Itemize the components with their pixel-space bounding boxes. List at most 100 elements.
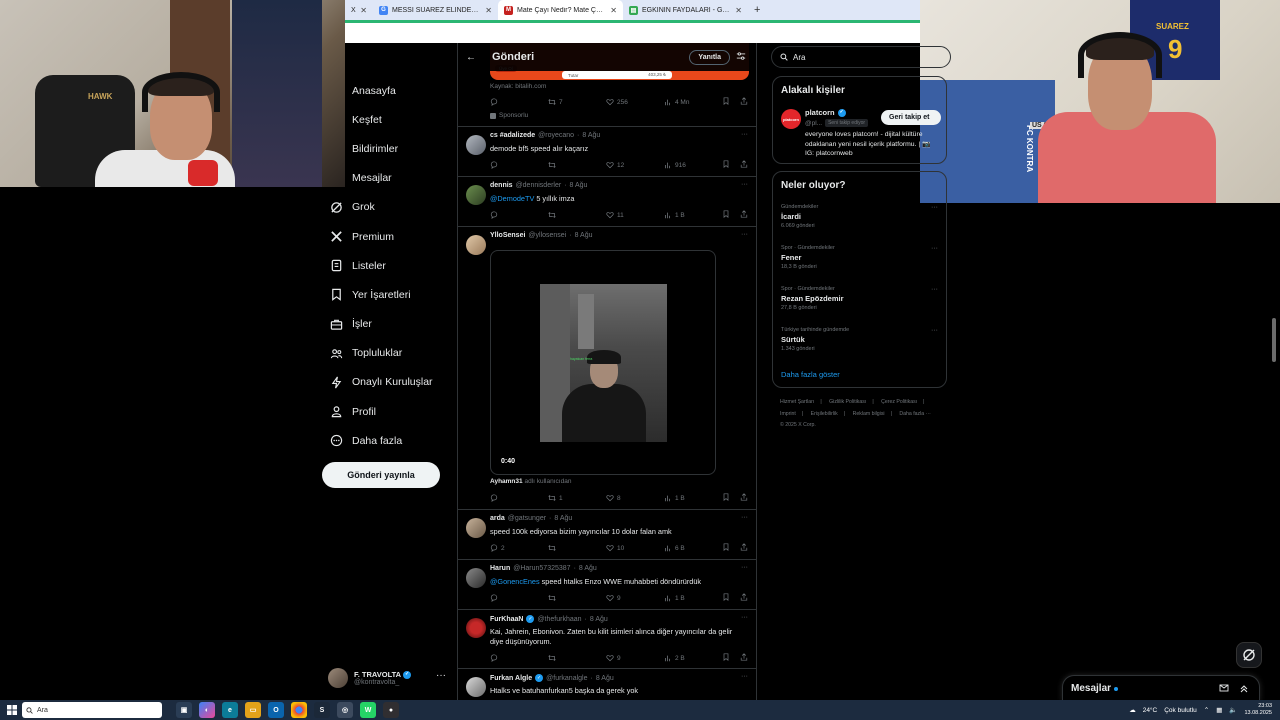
share-icon[interactable] (740, 593, 748, 603)
browser-tab[interactable]: ▤ EĞKİNİN FAYDALARI - Google A ✕ (623, 0, 748, 20)
sliders-icon[interactable] (736, 48, 748, 66)
chrome-icon[interactable] (291, 702, 307, 718)
author-handle[interactable]: @royecano (538, 132, 574, 139)
mention-link[interactable]: @DemodeTV (490, 194, 534, 203)
repost-action[interactable] (548, 161, 606, 169)
reply-action[interactable] (490, 494, 548, 502)
views-action[interactable]: 6 B (664, 544, 722, 552)
file-explorer-icon[interactable]: ▭ (245, 702, 261, 718)
more-options-icon[interactable]: ··· (436, 670, 446, 681)
grok-floating-button[interactable] (1236, 642, 1262, 668)
avatar[interactable]: platcorn (781, 109, 801, 129)
reply-post[interactable]: Harun @Harun57325387 · 8 Ağu ··· @GonencEnes… (458, 560, 756, 610)
footer-link[interactable]: Daha fazla ··· (899, 411, 930, 417)
taskbar-search-input[interactable]: Ara (22, 702, 162, 718)
sidebar-item-premium[interactable]: Premium (322, 222, 452, 251)
author-handle[interactable]: @yllosensei (528, 232, 566, 239)
edge-icon[interactable]: e (222, 702, 238, 718)
close-icon[interactable]: ✕ (485, 6, 492, 15)
mention-link[interactable]: @GonencEnes (490, 577, 540, 586)
new-message-icon[interactable] (1219, 680, 1229, 698)
repost-action[interactable] (548, 654, 606, 662)
sidebar-item-explore[interactable]: Keşfet (322, 105, 452, 134)
footer-link[interactable]: Çerez Politikası (881, 399, 917, 405)
footer-link[interactable]: Gizlilik Politikası (829, 399, 866, 405)
author-name[interactable]: Furkan Algle (490, 675, 532, 682)
author-handle[interactable]: @Harun57325387 (513, 565, 570, 572)
more-options-icon[interactable]: ··· (741, 231, 748, 238)
author-name[interactable]: arda (490, 515, 505, 522)
like-action[interactable]: 10 (606, 544, 664, 552)
post-date[interactable]: 8 Ağu (590, 616, 608, 623)
more-options-icon[interactable]: ··· (931, 245, 938, 252)
trend-item[interactable]: Spor · Gündemdekiler Rezan Epözdemir 27,… (781, 286, 938, 311)
bookmark-icon[interactable] (722, 97, 730, 107)
messages-drawer[interactable]: Mesajlar (1062, 675, 1260, 701)
close-icon[interactable]: ✕ (735, 6, 742, 15)
reply-post[interactable]: dennis @dennisderler · 8 Ağu ··· @DemodeTV 5… (458, 177, 756, 227)
back-arrow-icon[interactable]: ← (466, 52, 480, 63)
post-date[interactable]: 8 Ağu (570, 182, 588, 189)
person-name-row[interactable]: platcorn ✓ (805, 108, 846, 117)
post-date[interactable]: 8 Ağu (554, 515, 572, 522)
video-player[interactable]: hayatcan ferra 0:40 (490, 250, 716, 475)
author-name[interactable]: cs #adalizede (490, 132, 535, 139)
views-action[interactable]: 1 B (664, 211, 722, 219)
post-date[interactable]: 8 Ağu (575, 232, 593, 239)
footer-link[interactable]: Reklam bilgisi (853, 411, 885, 417)
sidebar-item-lists[interactable]: Listeler (322, 251, 452, 280)
whatsapp-icon[interactable]: W (360, 702, 376, 718)
search-input[interactable]: Ara (771, 46, 951, 68)
share-icon[interactable] (740, 653, 748, 663)
account-switcher[interactable]: F. TRAVOLTA ✓ @kontravolta_ ··· (328, 666, 452, 690)
author-name[interactable]: YlloSensei (490, 232, 525, 239)
avatar[interactable] (466, 135, 486, 155)
bookmark-icon[interactable] (722, 593, 730, 603)
repost-action[interactable] (548, 594, 606, 602)
bookmark-icon[interactable] (722, 160, 730, 170)
more-options-icon[interactable]: ··· (931, 204, 938, 211)
attribution-user[interactable]: Ayhamn31 (490, 478, 523, 485)
author-handle[interactable]: @dennisderler (516, 182, 562, 189)
reply-post[interactable]: FurKhaaN ✓ @thefurkhaan · 8 Ağu ··· Kai, Jahr… (458, 610, 756, 669)
clock[interactable]: 23:03 13.08.2025 (1244, 703, 1272, 717)
browser-tab[interactable]: G MESSİ SUAREZ ELİNDEKİ MATE ✕ (373, 0, 498, 20)
bookmark-icon[interactable] (722, 210, 730, 220)
share-icon[interactable] (740, 493, 748, 503)
footer-link[interactable]: Erişilebilirlik (811, 411, 838, 417)
more-options-icon[interactable]: ··· (741, 614, 748, 621)
reply-post[interactable]: arda @gatsunger · 8 Ağu ··· speed 100k ediyo… (458, 510, 756, 560)
avatar[interactable] (466, 677, 486, 697)
repost-action[interactable] (548, 211, 606, 219)
network-icon[interactable]: ▦ (1216, 706, 1222, 714)
views-action[interactable]: 1 B (664, 594, 722, 602)
bookmark-icon[interactable] (722, 493, 730, 503)
repost-action[interactable]: 7 (548, 98, 606, 106)
chevron-up-icon[interactable] (1239, 680, 1249, 698)
avatar[interactable] (466, 185, 486, 205)
more-options-icon[interactable]: ··· (741, 514, 748, 521)
trend-item[interactable]: Gündemdekiler İcardi 6.069 gönderi ··· (781, 204, 938, 229)
reply-button[interactable]: Yanıtla (689, 49, 730, 65)
task-view-icon[interactable]: ▣ (176, 702, 192, 718)
more-options-icon[interactable]: ··· (931, 286, 938, 293)
post-button[interactable]: Gönderi yayınla (322, 462, 440, 488)
more-options-icon[interactable]: ··· (931, 327, 938, 334)
sidebar-item-bookmarks[interactable]: Yer İşaretleri (322, 280, 452, 309)
copilot-icon[interactable]: ◐ (199, 702, 215, 718)
like-action[interactable]: 11 (606, 211, 664, 219)
show-more-link[interactable]: Daha fazla göster (781, 370, 840, 379)
reply-action[interactable] (490, 211, 548, 219)
weather-temp[interactable]: 24°C (1143, 707, 1158, 714)
sidebar-item-notifications[interactable]: Bildirimler (322, 134, 452, 163)
outlook-icon[interactable]: O (268, 702, 284, 718)
weather-text[interactable]: Çok bulutlu (1164, 707, 1197, 714)
windows-start-button[interactable] (4, 700, 20, 720)
footer-link[interactable]: Hizmet Şartları (780, 399, 814, 405)
share-icon[interactable] (740, 210, 748, 220)
reply-action[interactable] (490, 161, 548, 169)
sidebar-item-profile[interactable]: Profil (322, 397, 452, 426)
sidebar-item-verified-orgs[interactable]: Onaylı Kuruluşlar (322, 368, 452, 397)
repost-action[interactable]: 1 (548, 494, 606, 502)
bookmark-icon[interactable] (722, 653, 730, 663)
